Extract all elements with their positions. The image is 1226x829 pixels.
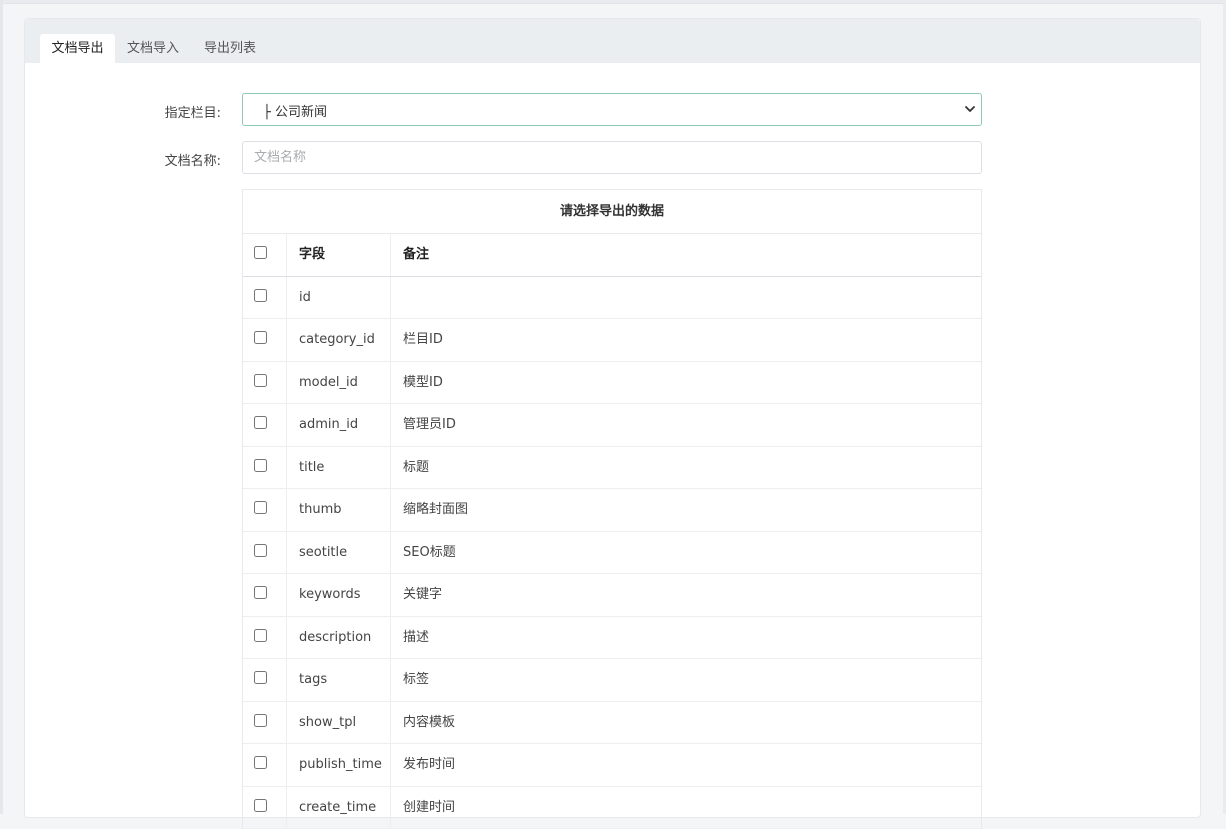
row-check-cell (243, 404, 287, 446)
row-field: publish_time (287, 744, 391, 786)
table-row: publish_time 发布时间 (243, 744, 981, 787)
row-note: 关键字 (391, 574, 981, 616)
row-check-cell (243, 319, 287, 361)
tab-export-list[interactable]: 导出列表 (204, 34, 260, 63)
row-checkbox[interactable] (254, 289, 267, 302)
row-checkbox[interactable] (254, 544, 267, 557)
row-checkbox[interactable] (254, 756, 267, 769)
row-field: model_id (287, 362, 391, 404)
table-row: keywords 关键字 (243, 574, 981, 617)
row-check-cell (243, 574, 287, 616)
row-checkbox[interactable] (254, 714, 267, 727)
row-note: 缩略封面图 (391, 489, 981, 531)
row-check-cell (243, 362, 287, 404)
row-checkbox[interactable] (254, 459, 267, 472)
select-all-cell (243, 234, 287, 276)
table-row: title 标题 (243, 447, 981, 490)
export-card: 文档导出 文档导入 导出列表 指定栏目: ├ 公司新闻 文档名称: 请选择导出的… (24, 18, 1201, 818)
header-field: 字段 (287, 234, 391, 276)
row-field: category_id (287, 319, 391, 361)
row-checkbox[interactable] (254, 331, 267, 344)
left-frame-edge (0, 0, 3, 814)
table-row: id (243, 277, 981, 320)
row-checkbox[interactable] (254, 374, 267, 387)
row-checkbox[interactable] (254, 799, 267, 812)
row-field: keywords (287, 574, 391, 616)
table-row: model_id 模型ID (243, 362, 981, 405)
tab-document-export[interactable]: 文档导出 (40, 34, 115, 63)
row-checkbox[interactable] (254, 586, 267, 599)
row-note: 描述 (391, 617, 981, 659)
row-field: seotitle (287, 532, 391, 574)
row-note: 管理员ID (391, 404, 981, 446)
row-field: thumb (287, 489, 391, 531)
category-select-value: ├ 公司新闻 (263, 101, 327, 120)
table-row: seotitle SEO标题 (243, 532, 981, 575)
row-note: SEO标题 (391, 532, 981, 574)
row-check-cell (243, 702, 287, 744)
row-check-cell (243, 617, 287, 659)
row-field: description (287, 617, 391, 659)
row-note: 标签 (391, 659, 981, 701)
row-field: tags (287, 659, 391, 701)
header-note: 备注 (391, 234, 981, 276)
row-field: title (287, 447, 391, 489)
table-row: show_tpl 内容模板 (243, 702, 981, 745)
category-select[interactable]: ├ 公司新闻 (242, 93, 982, 126)
document-name-input[interactable] (242, 141, 982, 174)
select-all-checkbox[interactable] (254, 246, 267, 259)
chevron-down-icon (964, 103, 976, 115)
table-row: thumb 缩略封面图 (243, 489, 981, 532)
row-checkbox[interactable] (254, 629, 267, 642)
row-check-cell (243, 447, 287, 489)
tab-document-import[interactable]: 文档导入 (127, 34, 183, 63)
table-row: tags 标签 (243, 659, 981, 702)
row-note: 内容模板 (391, 702, 981, 744)
row-checkbox[interactable] (254, 671, 267, 684)
row-field: create_time (287, 787, 391, 829)
export-fields-table: 请选择导出的数据 字段 备注 id category_id 栏目ID model… (242, 189, 982, 829)
category-label: 指定栏目: (151, 102, 221, 121)
table-row: create_time 创建时间 (243, 787, 981, 829)
table-caption: 请选择导出的数据 (243, 190, 981, 234)
row-checkbox[interactable] (254, 501, 267, 514)
row-field: admin_id (287, 404, 391, 446)
row-note: 模型ID (391, 362, 981, 404)
row-field: id (287, 277, 391, 319)
row-note: 栏目ID (391, 319, 981, 361)
table-body: id category_id 栏目ID model_id 模型ID admin_… (243, 277, 981, 829)
table-row: description 描述 (243, 617, 981, 660)
row-check-cell (243, 744, 287, 786)
top-frame-edge (0, 0, 1226, 4)
row-check-cell (243, 787, 287, 829)
row-note (391, 277, 981, 319)
row-note: 创建时间 (391, 787, 981, 829)
table-row: admin_id 管理员ID (243, 404, 981, 447)
document-name-label: 文档名称: (151, 150, 221, 169)
table-header-row: 字段 备注 (243, 234, 981, 277)
tab-bar: 文档导出 文档导入 导出列表 (25, 19, 1200, 63)
row-check-cell (243, 277, 287, 319)
table-row: category_id 栏目ID (243, 319, 981, 362)
row-check-cell (243, 489, 287, 531)
row-field: show_tpl (287, 702, 391, 744)
row-note: 发布时间 (391, 744, 981, 786)
row-check-cell (243, 659, 287, 701)
row-note: 标题 (391, 447, 981, 489)
row-check-cell (243, 532, 287, 574)
row-checkbox[interactable] (254, 416, 267, 429)
